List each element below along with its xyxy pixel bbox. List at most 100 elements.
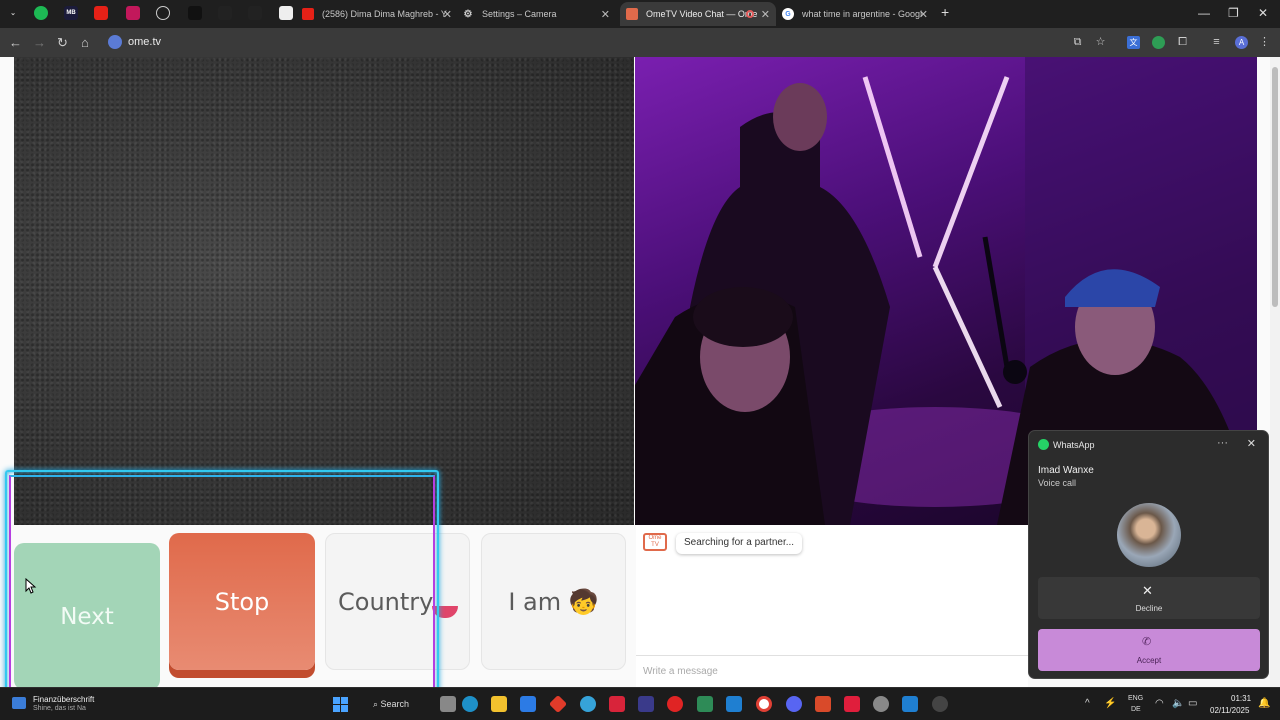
site-info-icon[interactable] xyxy=(108,35,122,49)
taskbar-search[interactable]: ⌕ Search xyxy=(365,695,425,714)
settings-icon[interactable] xyxy=(873,696,889,712)
scooter xyxy=(982,236,1010,368)
scooter-wheel xyxy=(1003,360,1027,384)
scrollbar-thumb[interactable] xyxy=(1272,67,1278,307)
back-icon[interactable]: ← xyxy=(9,35,22,50)
edge-icon[interactable] xyxy=(462,696,478,712)
menu-kebab-icon[interactable]: ⋮ xyxy=(1258,36,1271,49)
discord-icon[interactable] xyxy=(786,696,802,712)
neon-light-strip xyxy=(932,76,1010,268)
stop-button[interactable]: Stop xyxy=(169,533,315,670)
install-app-icon[interactable]: ⧉ xyxy=(1071,36,1084,49)
decline-button[interactable]: ✕ Decline xyxy=(1038,577,1260,619)
tab-title: Settings – Camera xyxy=(482,9,557,19)
restore-button[interactable]: ❐ xyxy=(1228,6,1239,20)
app-icon[interactable] xyxy=(580,696,596,712)
bookmark-star-icon[interactable]: ☆ xyxy=(1094,36,1107,49)
tab-google[interactable]: G what time in argentine - Googl ✕ xyxy=(782,4,934,24)
widget-subtitle[interactable]: Shine, das ist Na xyxy=(33,705,86,712)
new-tab-button[interactable]: + xyxy=(941,4,949,20)
tab-title: (2586) Dima Dima Maghreb - Y xyxy=(322,9,447,19)
tab-strip: ⌄ MB (2586) Dima Dima Maghreb - Y ✕ ⚙ Se… xyxy=(0,0,1280,28)
country-button[interactable]: Country xyxy=(325,533,470,670)
clock-time[interactable]: 01:31 xyxy=(1231,694,1251,703)
openai-tab-icon[interactable] xyxy=(156,6,170,20)
whatsapp-call-notification: WhatsApp ··· ✕ Imad Wanxe Voice call ✕ D… xyxy=(1028,430,1269,679)
close-icon[interactable]: ✕ xyxy=(601,8,610,21)
extension-icon[interactable] xyxy=(1152,36,1165,49)
app-icon[interactable] xyxy=(697,696,713,712)
file-explorer-icon[interactable] xyxy=(491,696,507,712)
youtube-tab-icon[interactable] xyxy=(94,6,108,20)
windows-start-icon[interactable] xyxy=(333,697,348,712)
translate-extension-icon[interactable]: 文 xyxy=(1127,36,1140,49)
phone-icon: ✆ xyxy=(1142,636,1152,648)
spotify-tab-icon[interactable] xyxy=(34,6,48,20)
pinned-tab-icon[interactable] xyxy=(279,6,293,20)
status-message: Searching for a partner... xyxy=(676,533,803,554)
tab-ometv[interactable]: OmeTV Video Chat — Ome ✕ xyxy=(620,2,776,26)
app-icon[interactable] xyxy=(609,696,625,712)
language-indicator[interactable]: ENG xyxy=(1128,695,1143,702)
app-icon[interactable] xyxy=(932,696,948,712)
clock-date[interactable]: 02/11/2025 xyxy=(1210,706,1249,715)
task-view-icon[interactable] xyxy=(440,696,456,712)
app-icon[interactable] xyxy=(726,696,742,712)
seated-person-left-hair xyxy=(693,287,793,347)
home-icon[interactable]: ⌂ xyxy=(81,35,89,50)
reading-list-icon[interactable]: ≡ xyxy=(1210,36,1223,49)
search-label: Search xyxy=(380,699,410,709)
minimize-button[interactable]: — xyxy=(1198,6,1210,20)
store-icon[interactable] xyxy=(520,696,536,712)
chrome-icon[interactable] xyxy=(756,696,772,712)
reload-icon[interactable]: ↻ xyxy=(57,35,68,51)
address-bar[interactable]: ome.tv xyxy=(104,32,1114,53)
country-label: Country xyxy=(338,587,434,616)
close-icon[interactable]: ✕ xyxy=(761,8,770,21)
accept-button[interactable]: ✆ Accept xyxy=(1038,629,1260,671)
app-icon[interactable] xyxy=(548,694,568,714)
close-icon[interactable]: ✕ xyxy=(443,8,452,21)
next-button[interactable]: Next xyxy=(14,543,160,687)
accept-label: Accept xyxy=(1136,656,1162,665)
tab-settings-camera[interactable]: ⚙ Settings – Camera ✕ xyxy=(462,4,616,24)
notification-bell-icon[interactable]: 🔔 xyxy=(1258,698,1270,709)
close-icon[interactable]: ✕ xyxy=(919,8,928,21)
message-input[interactable]: Write a message xyxy=(636,655,1028,687)
wifi-icon[interactable]: ◠ xyxy=(1155,698,1164,709)
more-options-icon[interactable]: ··· xyxy=(1217,437,1228,449)
volume-icon[interactable]: 🔈 xyxy=(1172,698,1184,709)
windows-taskbar: Finanzüberschrift Shine, das ist Na ⌕ Se… xyxy=(0,687,1280,720)
close-icon[interactable]: ✕ xyxy=(1247,437,1256,450)
app-icon[interactable] xyxy=(638,696,654,712)
battery-icon[interactable]: ▭ xyxy=(1188,698,1197,709)
forward-icon[interactable]: → xyxy=(33,35,46,50)
pinned-tab-icon[interactable] xyxy=(126,6,140,20)
caller-avatar xyxy=(1117,503,1181,567)
news-widget-icon[interactable] xyxy=(12,697,26,709)
extensions-puzzle-icon[interactable]: ⧠ xyxy=(1176,36,1189,49)
opera-icon[interactable] xyxy=(667,696,683,712)
capcut-tab-icon[interactable] xyxy=(248,6,262,20)
tray-network-icon[interactable]: ⚡ xyxy=(1104,698,1116,709)
app-icon[interactable] xyxy=(844,696,860,712)
app-icon[interactable] xyxy=(902,696,918,712)
call-type: Voice call xyxy=(1038,478,1077,488)
pinned-tab-mb[interactable]: MB xyxy=(64,6,78,20)
profile-avatar[interactable]: A xyxy=(1235,36,1248,49)
tab-youtube[interactable]: (2586) Dima Dima Maghreb - Y ✕ xyxy=(302,4,458,24)
keyboard-layout[interactable]: DE xyxy=(1131,706,1141,713)
widget-title[interactable]: Finanzüberschrift xyxy=(33,695,94,704)
pinned-tab-icon[interactable] xyxy=(188,6,202,20)
gender-select-button[interactable]: I am 🧒 xyxy=(481,533,626,670)
tab-search-icon[interactable]: ⌄ xyxy=(6,6,20,20)
capcut-tab-icon[interactable] xyxy=(218,6,232,20)
url-text: ome.tv xyxy=(128,36,162,48)
whatsapp-icon xyxy=(1038,439,1049,450)
browser-toolbar: ← → ↻ ⌂ ome.tv ⧉ ☆ 文 ⧠ ≡ A ⋮ xyxy=(0,28,1280,57)
app-icon[interactable] xyxy=(815,696,831,712)
neon-light-strip xyxy=(932,265,1003,409)
page-scrollbar[interactable] xyxy=(1270,57,1280,687)
tray-chevron-icon[interactable]: ^ xyxy=(1085,698,1090,709)
window-close-button[interactable]: ✕ xyxy=(1258,6,1268,20)
